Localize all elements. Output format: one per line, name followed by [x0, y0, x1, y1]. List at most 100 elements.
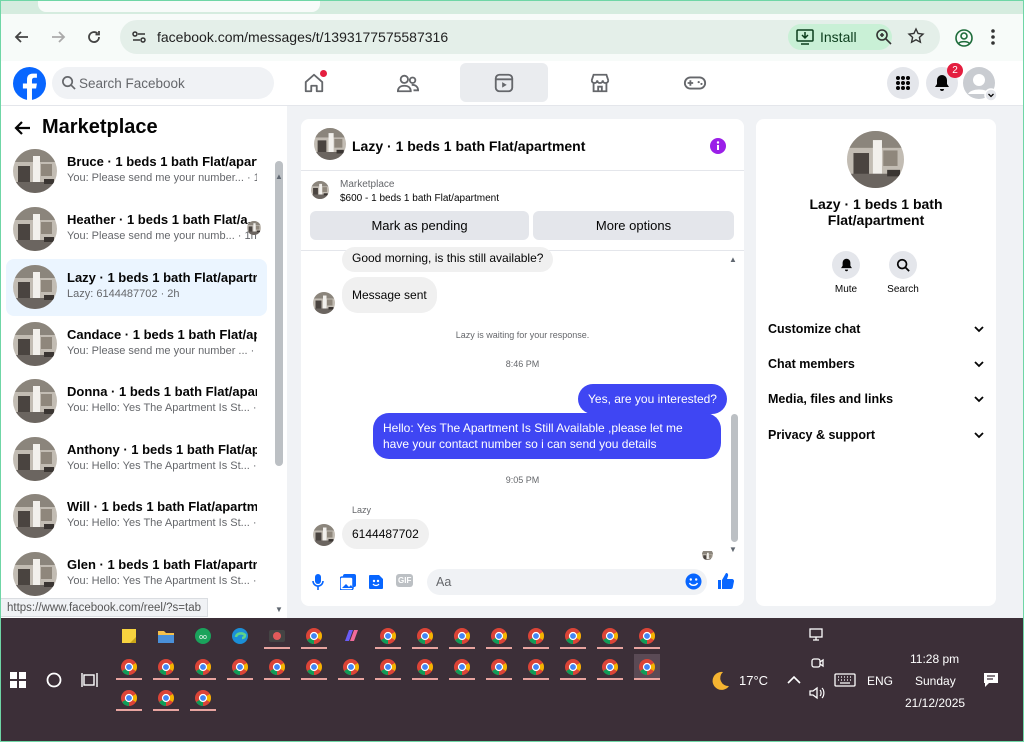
- chrome-taskbar-icon[interactable]: [634, 623, 660, 649]
- message-input[interactable]: [427, 569, 707, 595]
- weather-moon-icon[interactable]: [707, 669, 731, 693]
- chevron-up-icon[interactable]: [787, 674, 801, 684]
- notification-center-icon[interactable]: [983, 672, 999, 688]
- zoom-icon[interactable]: [875, 28, 892, 45]
- nav-video[interactable]: [460, 63, 548, 102]
- back-arrow-icon[interactable]: [14, 119, 32, 137]
- task-view-icon[interactable]: [81, 672, 99, 688]
- sender-avatar[interactable]: [313, 524, 335, 546]
- chrome-taskbar-icon[interactable]: [560, 623, 586, 649]
- chrome-taskbar-icon[interactable]: [190, 654, 216, 680]
- chrome-taskbar-icon[interactable]: [153, 654, 179, 680]
- weather-temp[interactable]: 17°C: [739, 673, 768, 688]
- chrome-taskbar-icon[interactable]: [523, 654, 549, 680]
- chrome-taskbar-icon[interactable]: [412, 623, 438, 649]
- conversation-item[interactable]: Donna · 1 beds 1 bath Flat/apart... You: …: [6, 373, 267, 430]
- info-section[interactable]: Chat members: [768, 353, 984, 375]
- forward-button[interactable]: [45, 24, 71, 50]
- chrome-taskbar-icon[interactable]: [375, 623, 401, 649]
- chrome-taskbar-icon[interactable]: [634, 654, 660, 680]
- menu-kebab-icon[interactable]: [990, 28, 996, 46]
- conversation-item[interactable]: Anthony · 1 beds 1 bath Flat/ap... You: H…: [6, 431, 267, 488]
- clock-date[interactable]: 21/12/2025: [905, 696, 965, 710]
- chrome-taskbar-icon[interactable]: [412, 654, 438, 680]
- chat-list-scrollbar[interactable]: [275, 161, 283, 466]
- file-explorer-taskbar-icon[interactable]: [153, 623, 179, 649]
- reload-button[interactable]: [81, 24, 107, 50]
- copilot-taskbar-icon[interactable]: [338, 623, 364, 649]
- bookmark-star-icon[interactable]: [907, 27, 925, 45]
- sender-avatar[interactable]: [313, 292, 335, 314]
- info-section[interactable]: Privacy & support: [768, 424, 984, 446]
- chrome-taskbar-icon[interactable]: [190, 685, 216, 711]
- chat-title[interactable]: Lazy · 1 beds 1 bath Flat/apartment: [352, 138, 585, 154]
- conversation-item[interactable]: Will · 1 beds 1 bath Flat/apartm... You: …: [6, 488, 267, 545]
- chrome-taskbar-icon[interactable]: [597, 623, 623, 649]
- gif-button[interactable]: GIF: [396, 574, 414, 587]
- emoji-icon[interactable]: [685, 573, 702, 590]
- info-icon[interactable]: [709, 137, 727, 155]
- info-avatar[interactable]: [847, 131, 904, 188]
- chrome-taskbar-icon[interactable]: [375, 654, 401, 680]
- active-tab[interactable]: [38, 0, 320, 12]
- chrome-taskbar-icon[interactable]: [486, 623, 512, 649]
- clock-time[interactable]: 11:28 pm: [910, 652, 959, 666]
- app-dark-taskbar-icon[interactable]: [264, 623, 290, 649]
- meet-now-icon[interactable]: [810, 656, 824, 670]
- chrome-taskbar-icon[interactable]: [449, 623, 475, 649]
- chrome-taskbar-icon[interactable]: [301, 623, 327, 649]
- listing-price[interactable]: $600 - 1 beds 1 bath Flat/apartment: [340, 193, 499, 204]
- more-options-button[interactable]: More options: [533, 211, 734, 240]
- network-icon[interactable]: [809, 628, 825, 642]
- chat-avatar[interactable]: [314, 128, 346, 160]
- sticker-icon[interactable]: [368, 574, 384, 590]
- facebook-logo-icon[interactable]: [13, 67, 46, 100]
- info-section[interactable]: Customize chat: [768, 318, 984, 340]
- facebook-search[interactable]: [52, 67, 274, 99]
- chrome-taskbar-icon[interactable]: [116, 685, 142, 711]
- nav-home[interactable]: [270, 63, 358, 102]
- chrome-taskbar-icon[interactable]: [486, 654, 512, 680]
- message-scrollbar[interactable]: [731, 414, 738, 542]
- cortana-search-icon[interactable]: [46, 672, 62, 688]
- clock-day[interactable]: Sunday: [915, 674, 956, 688]
- chrome-taskbar-icon[interactable]: [338, 654, 364, 680]
- address-bar[interactable]: facebook.com/messages/t/1393177575587316…: [120, 20, 940, 54]
- keyboard-icon[interactable]: [834, 673, 856, 687]
- scroll-up-arrow-icon[interactable]: ▲: [729, 255, 737, 264]
- chrome-taskbar-icon[interactable]: [116, 654, 142, 680]
- chrome-taskbar-icon[interactable]: [264, 654, 290, 680]
- chrome-taskbar-icon[interactable]: [523, 623, 549, 649]
- site-settings-icon[interactable]: [130, 28, 148, 46]
- search-input[interactable]: [79, 67, 269, 99]
- conversation-item[interactable]: Candace · 1 beds 1 bath Flat/apa... You: …: [6, 316, 267, 373]
- profile-icon[interactable]: [954, 28, 974, 48]
- nav-marketplace[interactable]: [556, 63, 644, 102]
- chrome-taskbar-icon[interactable]: [301, 654, 327, 680]
- app-green-taskbar-icon[interactable]: oo: [190, 623, 216, 649]
- account-avatar[interactable]: [963, 67, 998, 102]
- mark-pending-button[interactable]: Mark as pending: [310, 211, 529, 240]
- chrome-taskbar-icon[interactable]: [227, 654, 253, 680]
- info-section[interactable]: Media, files and links: [768, 388, 984, 410]
- listing-thumbnail[interactable]: [311, 181, 329, 199]
- search-chat-button[interactable]: [889, 251, 917, 279]
- scroll-up-arrow-icon[interactable]: ▲: [275, 172, 283, 181]
- nav-gaming[interactable]: [651, 63, 739, 102]
- windows-start-icon[interactable]: [10, 672, 26, 688]
- url-text[interactable]: facebook.com/messages/t/1393177575587316: [157, 29, 448, 45]
- conversation-item[interactable]: Glen · 1 beds 1 bath Flat/apartm... You: …: [6, 546, 267, 603]
- scroll-down-arrow-icon[interactable]: ▼: [275, 605, 283, 614]
- photo-icon[interactable]: [340, 574, 356, 590]
- chrome-taskbar-icon[interactable]: [597, 654, 623, 680]
- scroll-down-arrow-icon[interactable]: ▼: [729, 545, 737, 554]
- like-thumb-icon[interactable]: [717, 572, 735, 590]
- conversation-item[interactable]: Heather · 1 beds 1 bath Flat/a... You: Pl…: [6, 201, 267, 258]
- nav-friends[interactable]: [364, 63, 452, 102]
- edge-taskbar-icon[interactable]: [227, 623, 253, 649]
- speaker-icon[interactable]: [809, 686, 825, 700]
- mute-button[interactable]: [832, 251, 860, 279]
- input-language[interactable]: ENG: [867, 674, 893, 688]
- conversation-item[interactable]: Bruce · 1 beds 1 bath Flat/apart... You: …: [6, 143, 267, 200]
- microphone-icon[interactable]: [312, 574, 324, 590]
